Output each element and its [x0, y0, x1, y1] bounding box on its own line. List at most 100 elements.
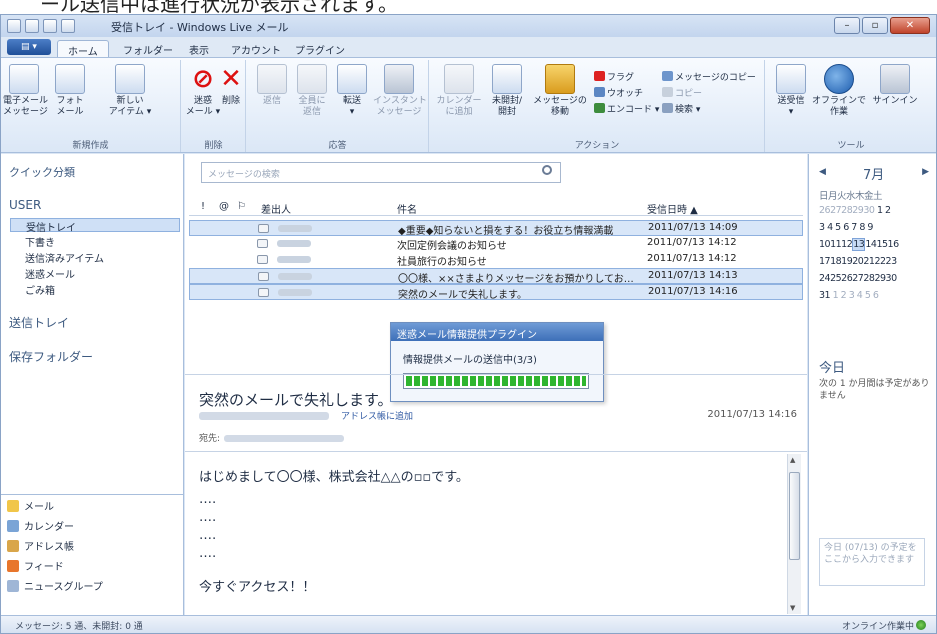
search-placeholder: メッセージの検索: [208, 170, 280, 180]
dialog-message: 情報提供メールの送信中(3/3): [403, 355, 537, 366]
app-menu-button[interactable]: ▤ ▾: [7, 39, 51, 55]
table-row[interactable]: 〇〇様、××さまよりメッセージをお預かりしてお… 2011/07/13 14:13: [189, 268, 803, 285]
add-contact-link[interactable]: アドレス帳に追加: [341, 409, 413, 422]
quick-add-event[interactable]: 今日 (07/13) の予定をここから入力できます: [819, 538, 925, 586]
table-row[interactable]: 社員旅行のお知らせ 2011/07/13 14:12: [189, 252, 803, 268]
group-respond: 返信 全員に 返信 転送 ▾ インスタント メッセージ 応答: [247, 60, 429, 152]
send-receive-icon[interactable]: [61, 19, 75, 33]
unread-read-button[interactable]: 未開封/ 開封: [486, 64, 528, 118]
tab-account[interactable]: アカウント: [221, 40, 291, 57]
table-row[interactable]: 次回定例会議のお知らせ 2011/07/13 14:12: [189, 236, 803, 252]
calendar-week: 10111213141516: [819, 238, 899, 256]
body-line: ‥‥: [199, 546, 217, 561]
folder-sent[interactable]: 送信済みアイテム: [17, 250, 177, 265]
new-item-button[interactable]: 新しい アイテム ▾: [97, 64, 163, 118]
close-button[interactable]: ✕: [890, 17, 930, 34]
list-header: ! @ ⚐ 差出人 件名 受信日時 ▲: [189, 198, 803, 216]
scroll-down-icon[interactable]: ▼: [790, 604, 795, 612]
preview-scrollbar[interactable]: ▲ ▼: [787, 454, 801, 614]
today-heading: 今日: [819, 361, 846, 376]
preview-body[interactable]: はじめまして〇〇様、株式会社△△の▫▫です。 ‥‥ ‥‥ ‥‥ ‥‥ 今すぐアク…: [185, 451, 807, 616]
table-row[interactable]: ◆重要◆知らないと損をする！お役立ち情報満載 2011/07/13 14:09: [189, 220, 803, 237]
user-icon: [880, 64, 910, 94]
table-row[interactable]: 突然のメールで失礼します。 2011/07/13 14:16: [189, 284, 803, 301]
nav-calendar[interactable]: カレンダー: [7, 519, 74, 537]
nav-mail[interactable]: メール: [7, 499, 54, 517]
col-date[interactable]: 受信日時 ▲: [647, 201, 698, 216]
delete-button[interactable]: ✕ 削除: [210, 64, 252, 107]
folder-outbox[interactable]: 送信トレイ: [9, 314, 69, 331]
next-month-icon[interactable]: ▶: [922, 167, 929, 177]
tab-view[interactable]: 表示: [179, 40, 219, 57]
tab-home[interactable]: ホーム: [57, 40, 109, 58]
account-name[interactable]: USER: [9, 198, 41, 212]
calendar-icon: [7, 520, 19, 532]
envelope-icon: [257, 255, 268, 264]
prev-month-days: 2627282930: [819, 205, 875, 216]
folder-inbox[interactable]: 受信トレイ: [10, 218, 180, 234]
quick-views[interactable]: クイック分類: [9, 164, 75, 180]
flag-button[interactable]: フラグ: [594, 70, 634, 83]
work-offline-button[interactable]: オフラインで 作業: [812, 64, 866, 118]
reply-button[interactable]: 返信: [251, 64, 293, 107]
instant-message-button[interactable]: インスタント メッセージ: [373, 64, 427, 118]
preview-subject: 突然のメールで失礼します。: [199, 391, 393, 409]
folder-storage[interactable]: 保存フォルダー: [9, 348, 93, 365]
forward-button[interactable]: 転送 ▾: [331, 64, 373, 118]
tab-folder[interactable]: フォルダー: [113, 40, 183, 57]
find-button[interactable]: 検索 ▾: [662, 102, 700, 115]
sign-in-button[interactable]: サインイン: [870, 64, 920, 107]
ribbon: 電子メール メッセージ フォト メール 新しい アイテム ▾ 新規作成 ⊘ 迷惑 …: [1, 57, 936, 153]
caption-buttons: – ▫ ✕: [834, 17, 930, 34]
row-date: 2011/07/13 14:13: [648, 270, 738, 281]
encode-button[interactable]: エンコード ▾: [594, 102, 659, 115]
next-month-days: 1 2 3 4 5 6: [832, 290, 879, 301]
folder-pane: クイック分類 USER 受信トレイ 下書き 送信済みアイテム 迷惑メール ごみ箱…: [1, 154, 184, 615]
col-from[interactable]: 差出人: [261, 201, 291, 216]
scroll-up-icon[interactable]: ▲: [790, 456, 795, 464]
reply-all-button[interactable]: 全員に 返信: [291, 64, 333, 118]
maximize-button[interactable]: ▫: [862, 17, 888, 34]
mail-icon: [7, 500, 19, 512]
today-cell: 13: [852, 238, 866, 251]
to-redacted: [224, 435, 345, 442]
group-actions: カレンダー に追加 未開封/ 開封 メッセージの 移動 フラグ ウオッチ エンコ…: [430, 60, 765, 152]
folder-drafts[interactable]: 下書き: [17, 234, 177, 249]
nav-feeds[interactable]: フィード: [7, 559, 64, 577]
copy-message-button[interactable]: メッセージのコピー: [662, 70, 756, 83]
copy-button[interactable]: コピー: [662, 86, 702, 99]
scroll-thumb[interactable]: [789, 472, 800, 560]
mini-calendar[interactable]: 日月火水木金土 2627282930 1 2 3 4 5 6 7 8 9 101…: [819, 188, 899, 307]
sender-redacted: [278, 225, 312, 232]
tab-plugin[interactable]: プラグイン: [285, 40, 355, 57]
folder-junk[interactable]: 迷惑メール: [17, 266, 177, 281]
quick-access-toolbar: [7, 19, 75, 33]
minimize-button[interactable]: –: [834, 17, 860, 34]
search-input[interactable]: メッセージの検索: [201, 162, 561, 183]
message-pane: メッセージの検索 ! @ ⚐ 差出人 件名 受信日時 ▲ ◆重要◆知らないと損を…: [185, 154, 807, 615]
nav-newsgroups[interactable]: ニュースグループ: [7, 579, 103, 597]
send-receive-button[interactable]: 送受信 ▾: [770, 64, 812, 118]
globe-icon: [824, 64, 854, 94]
online-icon: [916, 620, 926, 630]
add-to-calendar-button[interactable]: カレンダー に追加: [434, 64, 484, 118]
sender-redacted: [278, 273, 312, 280]
col-flag[interactable]: ⚐: [237, 201, 246, 212]
watch-button[interactable]: ウオッチ: [594, 86, 643, 99]
photo-email-button[interactable]: フォト メール: [49, 64, 91, 118]
nav-contacts[interactable]: アドレス帳: [7, 539, 74, 557]
col-subject[interactable]: 件名: [397, 201, 417, 216]
body-line: ‥‥: [199, 492, 217, 507]
col-priority[interactable]: !: [201, 201, 205, 212]
folder-trash[interactable]: ごみ箱: [17, 282, 177, 297]
search-icon[interactable]: [542, 165, 552, 175]
prev-month-icon[interactable]: ◀: [819, 167, 826, 177]
dialog-title: 迷惑メール情報提供プラグイン: [391, 323, 603, 341]
col-attachment[interactable]: @: [219, 201, 229, 212]
reading-pane: 突然のメールで失礼します。 アドレス帳に追加 2011/07/13 14:16 …: [185, 374, 807, 615]
new-message-icon[interactable]: [25, 19, 39, 33]
new-email-button[interactable]: 電子メール メッセージ: [3, 64, 48, 118]
today-text: 次の 1 か月間は予定がありません: [819, 379, 930, 401]
reply-icon[interactable]: [43, 19, 57, 33]
move-message-button[interactable]: メッセージの 移動: [532, 64, 588, 118]
